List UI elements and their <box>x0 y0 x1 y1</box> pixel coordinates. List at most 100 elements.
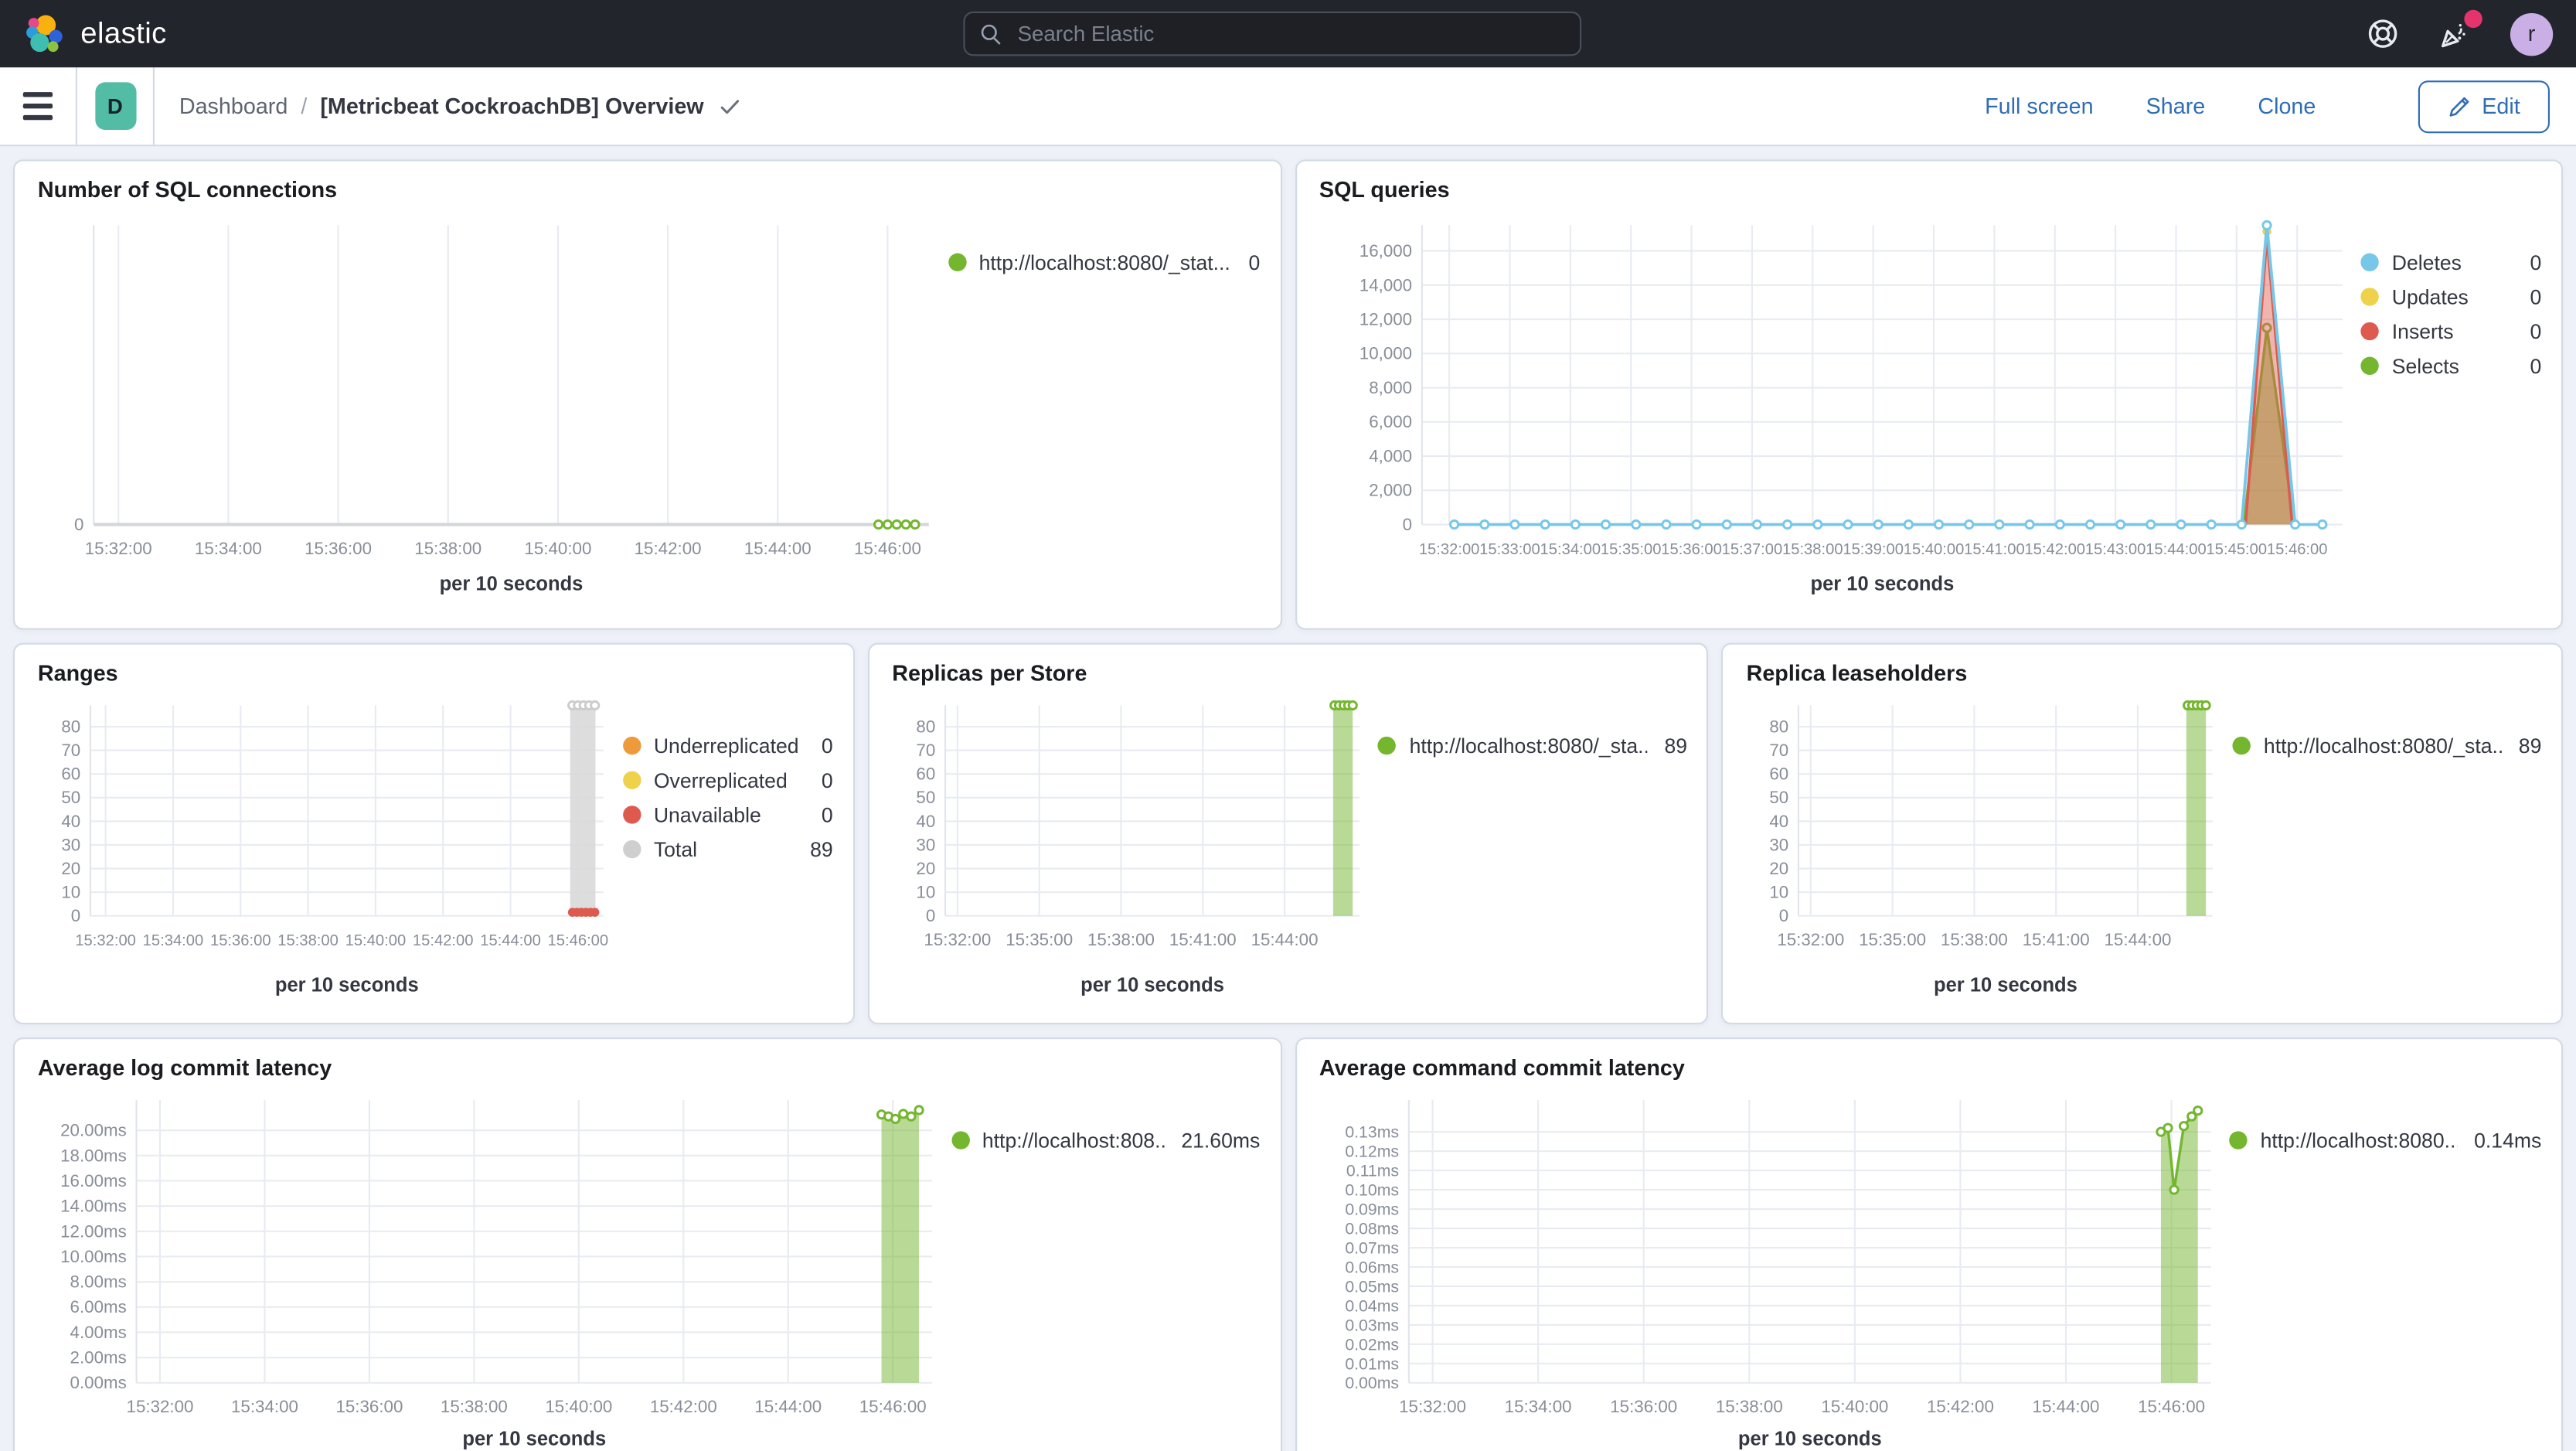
chart-canvas[interactable]: 15:32:00 15:34:00 15:36:00 15:38:00 15:40:00… <box>35 209 948 615</box>
breadcrumb-separator: / <box>301 94 308 119</box>
svg-text:15:42:00: 15:42:00 <box>2023 541 2084 558</box>
panel-avg-command-commit-latency: Average command commit latency 15:32:00 1… <box>1295 1037 2563 1451</box>
legend-label: Unavailable <box>653 803 761 826</box>
chart-canvas[interactable]: 15:32:00 15:35:00 15:38:00 15:41:00 15:44:00… <box>889 692 1378 1010</box>
svg-text:15:40:00: 15:40:00 <box>545 1397 612 1416</box>
legend-item[interactable]: Updates 0 <box>2360 280 2541 315</box>
search-input[interactable] <box>1014 19 1565 48</box>
legend-label: Updates <box>2391 285 2469 308</box>
legend-value: 0 <box>821 768 833 792</box>
svg-text:20: 20 <box>1770 859 1789 878</box>
svg-text:70: 70 <box>1770 741 1789 760</box>
panel-title[interactable]: Average command commit latency <box>1319 1056 2541 1081</box>
svg-text:15:40:00: 15:40:00 <box>1820 1397 1887 1416</box>
svg-text:50: 50 <box>1770 788 1789 807</box>
help-icon[interactable] <box>2367 18 2398 49</box>
global-search[interactable] <box>963 11 1582 56</box>
svg-text:15:38:00: 15:38:00 <box>1941 930 2009 949</box>
svg-text:15:44:00: 15:44:00 <box>480 932 541 949</box>
legend-value: 0 <box>821 734 833 758</box>
chart-canvas[interactable]: 15:32:00 15:35:00 15:38:00 15:41:00 15:44:00… <box>1743 692 2232 1010</box>
svg-text:4.00ms: 4.00ms <box>70 1323 127 1342</box>
legend-item[interactable]: http://localhost:8080/_stat... 0 <box>948 245 1260 280</box>
elastic-logo[interactable]: elastic <box>23 12 167 55</box>
user-avatar[interactable]: r <box>2510 12 2554 56</box>
svg-text:0.08ms: 0.08ms <box>1344 1219 1398 1238</box>
svg-text:15:46:00: 15:46:00 <box>2137 1397 2204 1416</box>
legend-label: Inserts <box>2391 319 2454 343</box>
legend-label: http://localhost:808... <box>982 1129 1165 1152</box>
kibana-app: elastic Search Elastic r D Dashboard / [… <box>0 0 2576 1451</box>
menu-icon[interactable] <box>0 67 76 145</box>
chart-canvas[interactable]: 15:32:00 15:34:00 15:36:00 15:38:00 15:40:00… <box>1316 1087 2230 1450</box>
svg-text:80: 80 <box>1770 717 1789 736</box>
legend-item[interactable]: Total 89 <box>622 832 833 867</box>
legend-item[interactable]: Overreplicated 0 <box>622 763 833 798</box>
svg-text:15:32:00: 15:32:00 <box>1418 541 1479 558</box>
legend-value: 0 <box>821 803 833 826</box>
svg-text:15:32:00: 15:32:00 <box>924 930 991 949</box>
share-button[interactable]: Share <box>2146 94 2206 118</box>
legend-item[interactable]: http://localhost:8080/_sta... 89 <box>1378 728 1687 763</box>
legend-item[interactable]: http://localhost:8080... 0.14ms <box>2229 1123 2541 1158</box>
legend-item[interactable]: http://localhost:808... 21.60ms <box>951 1123 1260 1158</box>
svg-text:15:35:00: 15:35:00 <box>1006 930 1073 949</box>
svg-text:15:36:00: 15:36:00 <box>210 932 271 949</box>
panel-row: Average log commit latency 15:32:00 15:34… <box>13 1037 2563 1451</box>
svg-text:70: 70 <box>916 741 935 760</box>
panel-title[interactable]: Number of SQL connections <box>38 178 1260 203</box>
svg-text:16,000: 16,000 <box>1359 241 1411 261</box>
panel-title[interactable]: SQL queries <box>1319 178 2541 203</box>
legend-value: 0 <box>2530 250 2542 274</box>
svg-text:0.06ms: 0.06ms <box>1344 1258 1398 1276</box>
title-check-icon[interactable] <box>719 94 742 118</box>
legend-value: 0.14ms <box>2474 1129 2542 1152</box>
panel-row: Ranges 15:32:00 15:34:00 15:36:00 15:38:00 1… <box>13 642 2564 1025</box>
chart-canvas[interactable]: 15:32:00 15:33:00 15:34:00 15:35:00 15:36:00… <box>1316 209 2361 615</box>
space-badge[interactable]: D <box>94 82 136 131</box>
svg-text:15:44:00: 15:44:00 <box>2145 541 2206 558</box>
dashboard-grid: Number of SQL connections 15:32:00 15:34:… <box>0 146 2576 1451</box>
svg-text:12,000: 12,000 <box>1359 310 1411 329</box>
chart-legend: http://localhost:8080/_sta... 89 <box>2232 692 2541 1010</box>
edit-button[interactable]: Edit <box>2418 80 2550 133</box>
svg-text:15:36:00: 15:36:00 <box>305 539 372 558</box>
panel-title[interactable]: Ranges <box>38 661 833 686</box>
legend-item[interactable]: Deletes 0 <box>2360 245 2541 280</box>
breadcrumb-dashboard-link[interactable]: Dashboard <box>179 94 288 118</box>
clone-button[interactable]: Clone <box>2258 94 2316 118</box>
svg-text:15:46:00: 15:46:00 <box>854 539 921 558</box>
svg-text:15:40:00: 15:40:00 <box>524 539 591 558</box>
brand-text: elastic <box>80 16 167 49</box>
legend-item[interactable]: Underreplicated 0 <box>622 728 833 763</box>
full-screen-button[interactable]: Full screen <box>1985 94 2093 118</box>
avatar-initial: r <box>2527 21 2536 46</box>
svg-text:15:37:00: 15:37:00 <box>1721 541 1782 558</box>
legend-swatch <box>2229 1131 2248 1150</box>
svg-text:15:34:00: 15:34:00 <box>1539 541 1600 558</box>
breadcrumb: Dashboard / [Metricbeat CockroachDB] Ove… <box>179 94 742 118</box>
svg-text:15:42:00: 15:42:00 <box>650 1397 717 1416</box>
svg-text:0: 0 <box>71 906 80 925</box>
legend-item[interactable]: Inserts 0 <box>2360 314 2541 349</box>
legend-item[interactable]: http://localhost:8080/_sta... 89 <box>2232 728 2541 763</box>
svg-text:30: 30 <box>1770 835 1789 854</box>
legend-item[interactable]: Unavailable 0 <box>622 798 833 833</box>
legend-swatch <box>951 1131 969 1150</box>
chart-canvas[interactable]: 15:32:00 15:34:00 15:36:00 15:38:00 15:40:00… <box>35 1087 951 1450</box>
panel-title[interactable]: Replicas per Store <box>892 661 1687 686</box>
svg-text:15:38:00: 15:38:00 <box>1715 1397 1782 1416</box>
chart-canvas[interactable]: 15:32:00 15:34:00 15:36:00 15:38:00 15:40:00… <box>35 692 623 1010</box>
svg-text:10: 10 <box>1770 883 1789 902</box>
svg-text:per 10 seconds: per 10 seconds <box>1809 574 1953 595</box>
svg-text:15:41:00: 15:41:00 <box>1169 930 1236 949</box>
svg-text:0.05ms: 0.05ms <box>1344 1277 1398 1296</box>
svg-text:14,000: 14,000 <box>1359 275 1411 295</box>
newsfeed-icon[interactable] <box>2438 9 2482 50</box>
legend-item[interactable]: Selects 0 <box>2360 349 2541 383</box>
svg-text:15:36:00: 15:36:00 <box>1660 541 1721 558</box>
panel-title[interactable]: Replica leaseholders <box>1747 661 2542 686</box>
svg-text:18.00ms: 18.00ms <box>60 1146 127 1165</box>
legend-swatch <box>2360 253 2379 271</box>
panel-title[interactable]: Average log commit latency <box>38 1056 1260 1081</box>
